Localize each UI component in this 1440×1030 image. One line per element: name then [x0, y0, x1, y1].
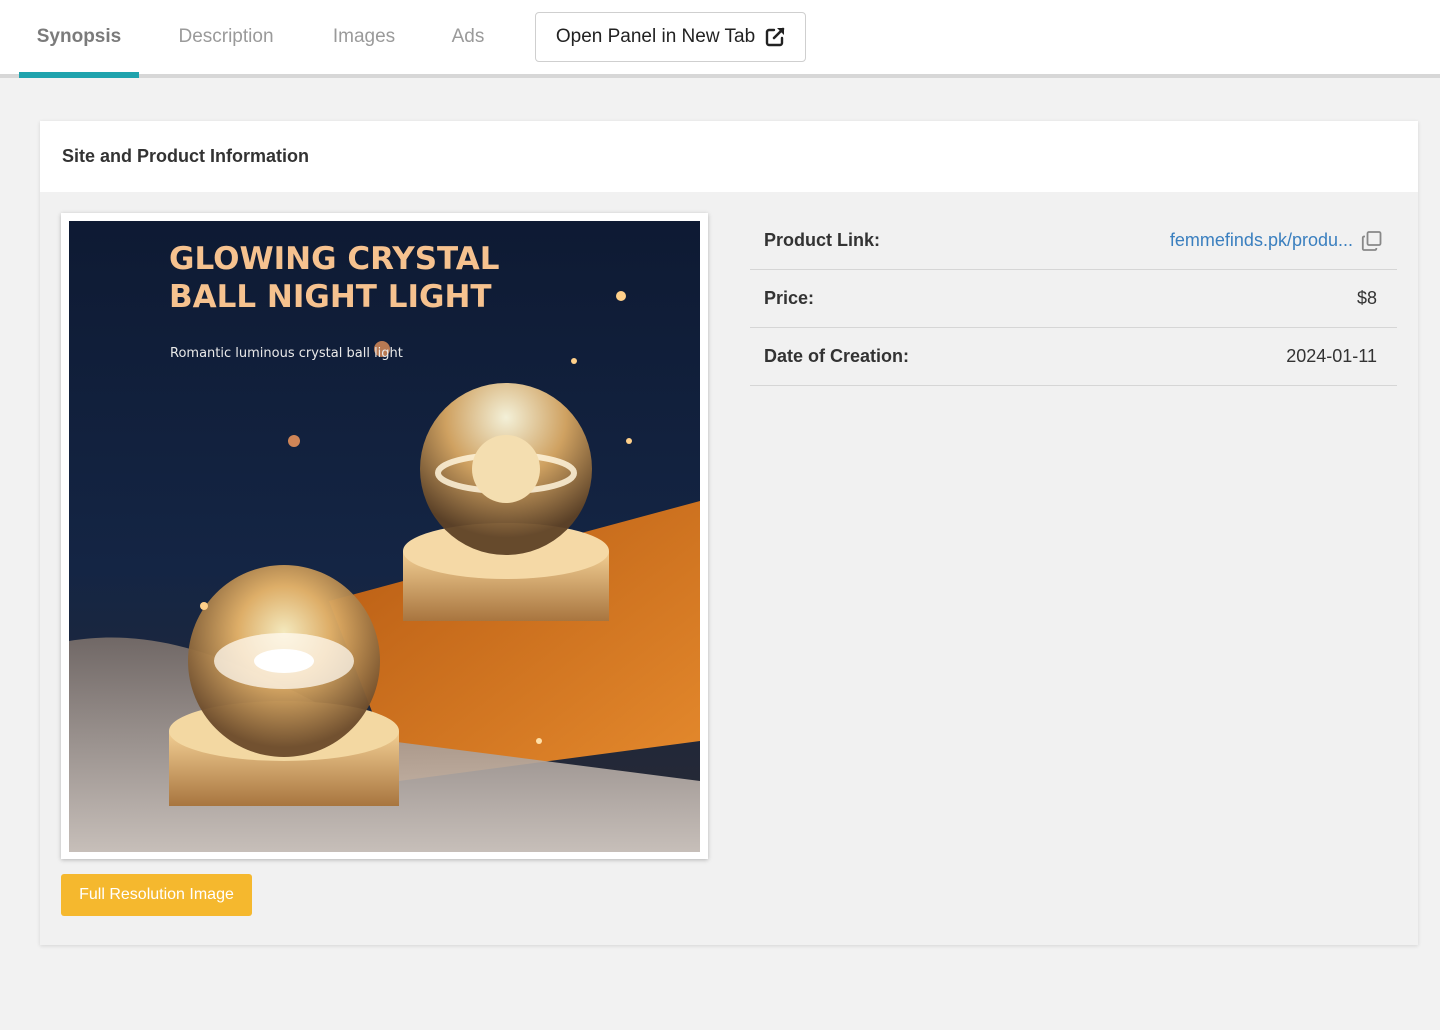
product-photo: GLOWING CRYSTAL BALL NIGHT LIGHT Romanti… [69, 221, 700, 852]
copy-icon[interactable] [1361, 230, 1383, 252]
image-subtitle: Romantic luminous crystal ball light [170, 346, 403, 361]
date-label: Date of Creation: [764, 346, 910, 366]
date-value: 2024-01-11 [1286, 346, 1377, 366]
image-headline-1: GLOWING CRYSTAL [169, 241, 500, 277]
image-headline-2: BALL NIGHT LIGHT [169, 279, 492, 315]
tab-bar: Synopsis Description Images Ads Open Pan… [0, 0, 1440, 78]
product-image[interactable]: GLOWING CRYSTAL BALL NIGHT LIGHT Romanti… [61, 213, 708, 859]
open-panel-new-tab-button[interactable]: Open Panel in New Tab [535, 12, 806, 62]
tab-images[interactable]: Images [320, 0, 408, 74]
full-resolution-image-button[interactable]: Full Resolution Image [61, 874, 252, 916]
info-row-date: Date of Creation: 2024-01-11 [750, 328, 1397, 386]
product-link-label: Product Link: [764, 230, 880, 250]
tab-description[interactable]: Description [160, 0, 292, 74]
open-panel-label: Open Panel in New Tab [555, 26, 756, 47]
price-value: $8 [1356, 288, 1377, 308]
site-product-info-card: Site and Product Information GLOWING CRY… [40, 121, 1418, 945]
tab-ads[interactable]: Ads [440, 0, 496, 74]
info-row-price: Price: $8 [750, 270, 1397, 328]
tab-synopsis[interactable]: Synopsis [19, 0, 139, 74]
product-info-list: Product Link: femmefinds.pk/produ... Pri… [750, 212, 1397, 386]
product-link[interactable]: femmefinds.pk/produ... [1170, 230, 1353, 251]
external-link-icon [765, 27, 785, 47]
price-label: Price: [764, 288, 815, 308]
card-title: Site and Product Information [40, 121, 1418, 192]
active-tab-indicator [19, 72, 139, 78]
info-row-product-link: Product Link: femmefinds.pk/produ... [750, 212, 1397, 270]
